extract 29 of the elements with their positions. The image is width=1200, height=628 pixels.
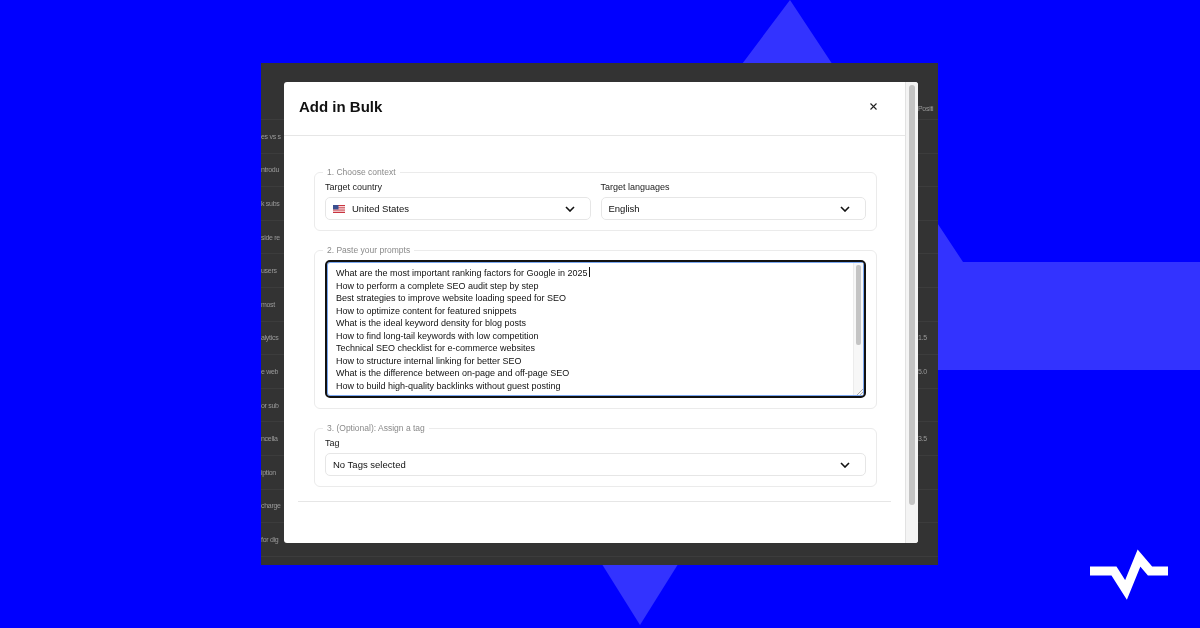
prompt-line: Best strategies to improve website loading speed for SEO: [336, 292, 567, 305]
chevron-down-icon: [564, 205, 575, 212]
field-label: Tag: [325, 438, 341, 448]
close-icon: [869, 103, 877, 110]
prompt-line: Technical SEO checklist for e-commerce websites: [336, 342, 536, 355]
flag-icon: [333, 204, 345, 213]
dialog-title: Add in Bulk: [299, 98, 383, 115]
prompt-line: What is the difference between on-page and off-page SEO: [336, 367, 570, 380]
prompt-line: What are the most important ranking factors for Google in 2025: [336, 267, 590, 280]
section-legend: 3. (Optional): Assign a tag: [323, 423, 429, 433]
section-legend: 1. Choose context: [323, 167, 400, 177]
pulse-logo-icon: [1090, 549, 1168, 600]
prompt-line: How to optimize content for featured snippets: [336, 304, 517, 317]
scrollbar[interactable]: [905, 82, 918, 543]
prompt-line: How to find long-tail keywords with low competition: [336, 329, 539, 342]
field-label: Target languages: [600, 182, 671, 192]
dropdown-select[interactable]: English: [600, 197, 866, 220]
chevron-down-icon: [840, 461, 850, 468]
prompt-line: How to structure internal linking for better SEO: [336, 354, 522, 367]
section-legend: 2. Paste your prompts: [323, 245, 415, 255]
resize-grip-icon[interactable]: [857, 389, 863, 395]
field-label: Target country: [325, 182, 384, 192]
prompt-line: How to build high-quality backlinks without guest posting: [336, 379, 561, 392]
dropdown-select[interactable]: United States: [325, 197, 591, 220]
dropdown-select[interactable]: No Tags selected: [325, 453, 866, 476]
chevron-down-icon: [840, 205, 850, 212]
prompt-line: How to perform a complete SEO audit step by step: [336, 279, 539, 292]
prompt-line: What is the ideal keyword density for blog posts: [336, 317, 527, 330]
prompts-field[interactable]: [325, 260, 866, 398]
